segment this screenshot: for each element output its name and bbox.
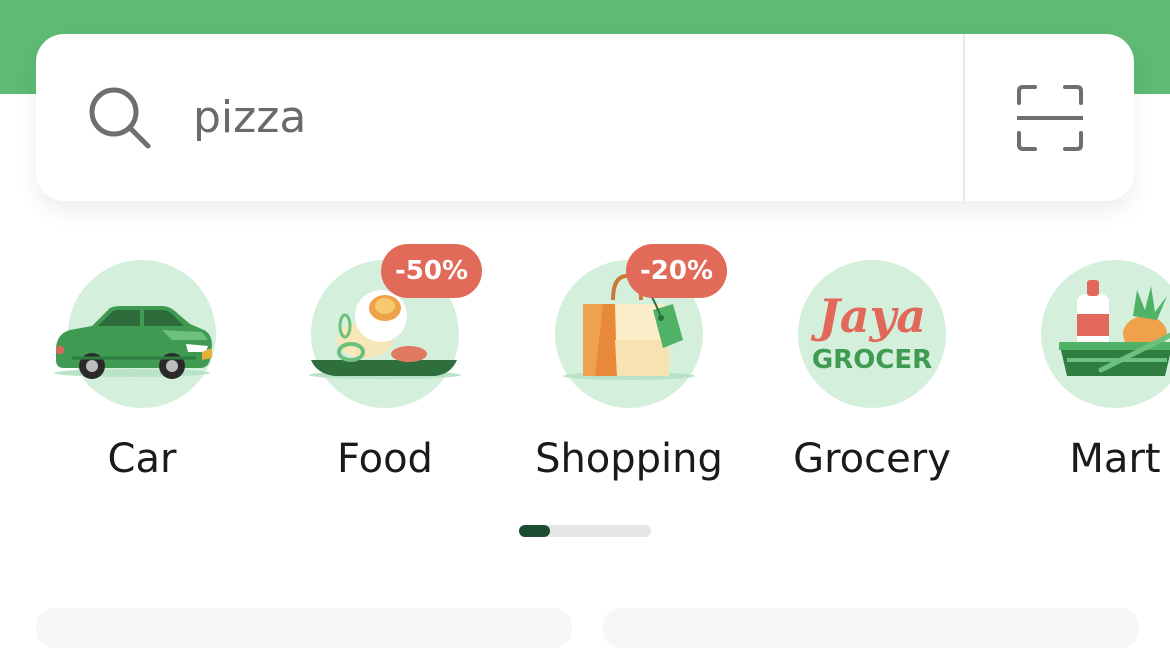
category-icon-bg: Jaya GROCER — [798, 260, 946, 408]
category-label: Car — [107, 436, 177, 482]
search-input[interactable]: pizza — [36, 34, 964, 201]
promo-card-right[interactable] — [603, 608, 1139, 648]
jaya-grocer-logo: Jaya GROCER — [810, 289, 932, 375]
search-value: pizza — [193, 92, 307, 143]
discount-badge: -50% — [381, 244, 483, 298]
promo-card-left[interactable] — [36, 608, 572, 648]
category-label: Shopping — [535, 436, 723, 482]
svg-text:Jaya: Jaya — [810, 289, 926, 343]
category-food[interactable]: -50% Food — [270, 240, 500, 500]
scan-button[interactable] — [965, 34, 1134, 201]
svg-text:GROCER: GROCER — [812, 345, 932, 375]
scan-icon — [1017, 85, 1083, 151]
search-bar: pizza — [36, 34, 1134, 201]
category-mart[interactable]: Mart — [1000, 240, 1170, 500]
search-icon — [89, 87, 151, 149]
category-carousel: Car -50% Food -20% Shopping Jaya GROCER … — [0, 240, 1170, 500]
discount-badge: -20% — [626, 244, 728, 298]
category-car[interactable]: Car — [27, 240, 257, 500]
pager-active-indicator — [519, 525, 550, 537]
category-label: Food — [337, 436, 433, 482]
category-label: Grocery — [793, 436, 951, 482]
category-icon-bg — [54, 260, 216, 408]
category-icon-bg — [1041, 260, 1170, 408]
mart-basket-icon — [1059, 280, 1170, 376]
category-grocery[interactable]: Jaya GROCER Grocery — [757, 240, 987, 500]
car-icon — [54, 306, 212, 379]
category-label: Mart — [1069, 436, 1161, 482]
carousel-pager — [519, 525, 651, 537]
category-shopping[interactable]: -20% Shopping — [514, 240, 744, 500]
